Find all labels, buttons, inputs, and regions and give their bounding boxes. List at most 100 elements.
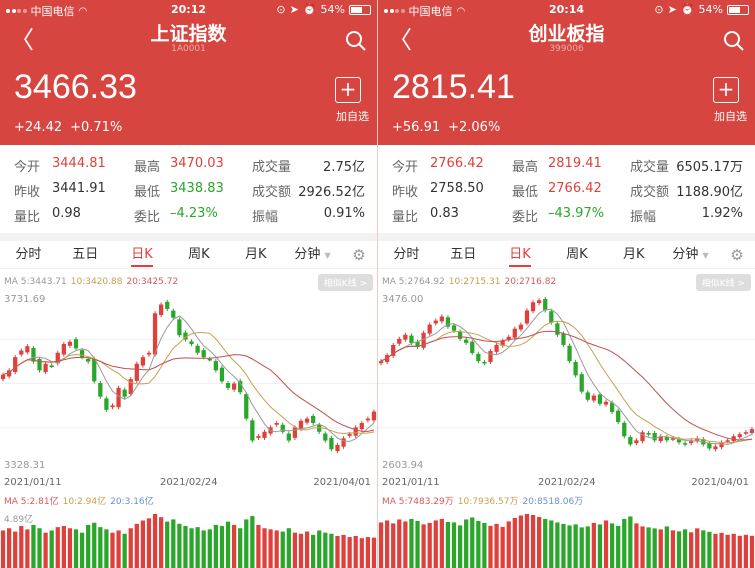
volume-bar (231, 524, 237, 568)
candle (286, 433, 291, 441)
header: 中国电信 ◠ 20:14 ⊙ ➤ ⏰ 54% 〈 创业板指 399006 281… (378, 0, 755, 145)
volume-bar (140, 520, 146, 568)
battery-icon (349, 4, 371, 15)
ma5-line (2, 315, 375, 442)
amplitude-label: 振幅 (252, 210, 279, 225)
gear-icon[interactable]: ⚙ (341, 241, 377, 268)
volume-bar (13, 531, 18, 568)
candle (494, 344, 499, 352)
high-label: 最高 (512, 160, 539, 175)
candle (397, 338, 402, 344)
volume-bar (286, 528, 291, 568)
candle (201, 350, 206, 358)
volume-bar (110, 532, 115, 568)
prev-close-label: 昨收 (392, 185, 419, 200)
search-icon[interactable] (723, 30, 745, 52)
current-price: 2815.41 (392, 68, 515, 106)
volume-bar (640, 526, 645, 568)
volume-bar (384, 520, 390, 568)
alarm-icon: ⏰ (302, 3, 317, 16)
candle (73, 339, 79, 349)
prev-close-label: 昨收 (14, 185, 41, 200)
volume-bar (6, 528, 12, 568)
tab-monthly-k[interactable]: 月K (227, 241, 284, 268)
add-watchlist-label[interactable]: 加自选 (336, 108, 369, 124)
candle (49, 365, 54, 368)
open-value: 2766.42 (430, 156, 484, 171)
gear-icon[interactable]: ⚙ (719, 241, 755, 268)
volume-bar (25, 529, 30, 568)
battery-percent: 54% (320, 3, 345, 16)
candle (439, 316, 444, 322)
tab-monthly-k[interactable]: 月K (605, 241, 662, 268)
stats-grid: 今开 3444.81 最高 3470.03 成交量 2.75亿 昨收 3441.… (0, 148, 377, 232)
volume-chart[interactable] (378, 506, 755, 568)
add-watchlist-button[interactable]: + (335, 77, 361, 103)
stats-grid: 今开 2766.42 最高 2819.41 成交量 6505.17万 昨收 27… (378, 148, 755, 232)
high-value: 2819.41 (548, 156, 602, 171)
volume-bar (549, 520, 554, 568)
kline-chart[interactable] (0, 287, 377, 487)
volume-bar (725, 534, 730, 568)
volume-bar (219, 526, 225, 568)
volume-bar (622, 518, 627, 568)
high-value: 3470.03 (170, 156, 224, 171)
volume-bar (494, 523, 499, 568)
volume-bar (256, 524, 261, 568)
tab-five-day[interactable]: 五日 (57, 241, 114, 268)
tab-minute[interactable]: 分钟 ▼ (284, 241, 341, 268)
kline-chart[interactable] (378, 287, 755, 487)
volume-bar (195, 527, 200, 568)
open-value: 3444.81 (52, 156, 106, 171)
tab-timeshare[interactable]: 分时 (378, 241, 435, 268)
candle (470, 341, 475, 354)
tab-minute[interactable]: 分钟 ▼ (662, 241, 719, 268)
location-icon: ➤ (289, 3, 299, 16)
volume-bar (609, 523, 615, 568)
tab-timeshare[interactable]: 分时 (0, 241, 57, 268)
candle (231, 383, 237, 390)
volume-bar (262, 528, 267, 568)
search-icon[interactable] (345, 30, 367, 52)
candle (79, 350, 85, 358)
candle (707, 443, 712, 449)
tab-weekly-k[interactable]: 周K (548, 241, 605, 268)
add-watchlist-button[interactable]: + (713, 77, 739, 103)
candle (37, 358, 42, 371)
add-watchlist-label[interactable]: 加自选 (714, 108, 747, 124)
volume-bar (98, 527, 103, 568)
candle (67, 341, 73, 346)
candle (304, 418, 310, 423)
tab-weekly-k[interactable]: 周K (170, 241, 227, 268)
tab-label: 分钟 (672, 247, 699, 262)
candle (213, 361, 218, 371)
volume-bar (397, 519, 402, 568)
volume-bar (543, 518, 548, 568)
candle (353, 427, 358, 436)
date-label: 2021/01/11 (382, 477, 440, 488)
candle (597, 394, 603, 404)
volume-bar (585, 526, 590, 568)
price-change: +24.42 (14, 120, 63, 135)
ma20-line (380, 330, 753, 441)
volume-bar (506, 521, 511, 568)
candle (116, 387, 121, 408)
low-label: 最低 (134, 185, 161, 200)
candle (140, 357, 146, 366)
location-icon: ➤ (667, 3, 677, 16)
volume-bar (304, 531, 310, 568)
volume-chart[interactable] (0, 506, 377, 568)
y-axis-max: 3476.00 (382, 294, 424, 305)
tab-daily-k[interactable]: 日K (114, 241, 171, 268)
tab-daily-k[interactable]: 日K (492, 241, 549, 268)
candle (207, 358, 212, 361)
volume-bar (213, 524, 218, 568)
volume-bar (603, 520, 609, 568)
volume-bar (689, 532, 694, 568)
amount-label: 成交额 (252, 185, 292, 200)
volume-bar (201, 530, 206, 568)
candle (524, 310, 530, 324)
volume-bar (664, 526, 669, 568)
volume-bar (323, 532, 328, 568)
tab-five-day[interactable]: 五日 (435, 241, 492, 268)
